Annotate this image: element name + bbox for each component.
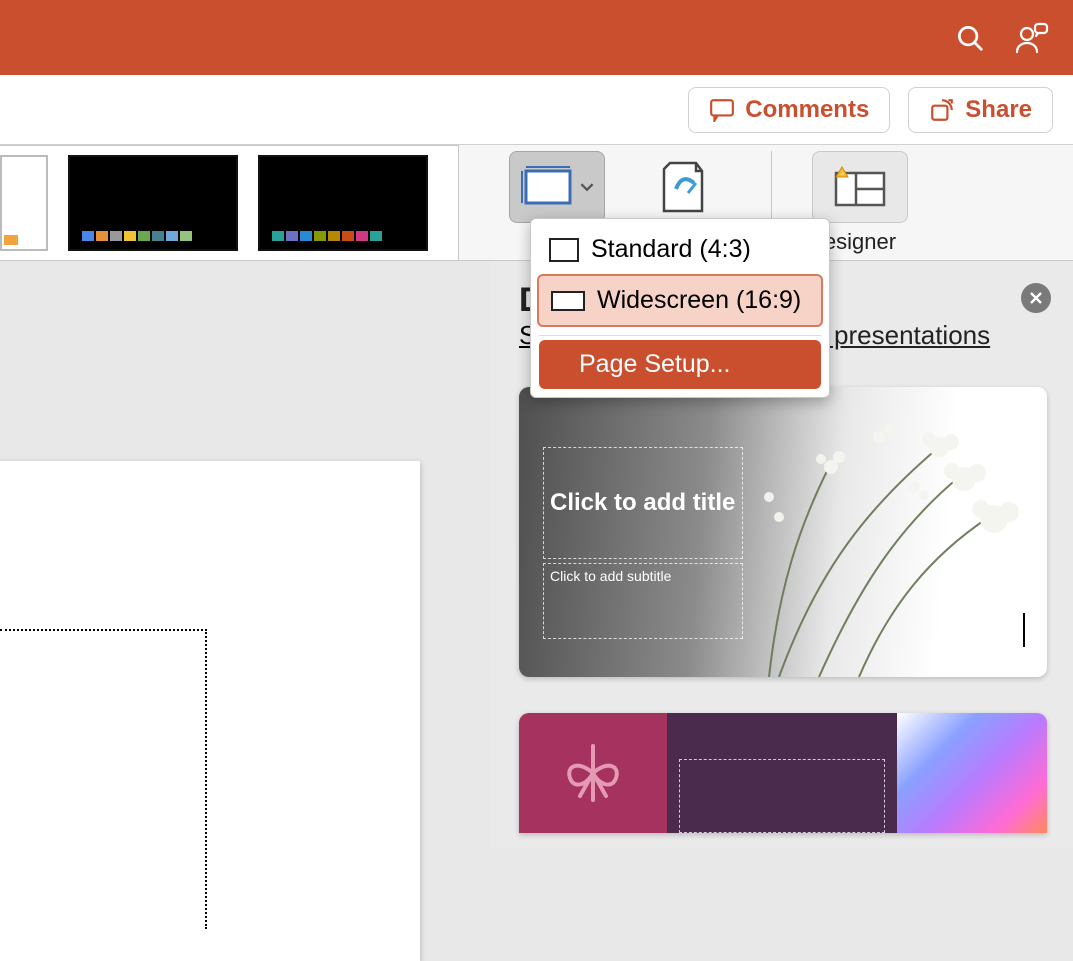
theme-thumb-3[interactable] [258, 155, 428, 251]
bow-icon [558, 738, 628, 808]
ribbon-right-bar: Comments Share [0, 75, 1073, 145]
text-caret [1023, 613, 1025, 647]
comment-icon [709, 98, 735, 122]
theme-gallery[interactable] [0, 145, 459, 261]
placeholder-outline [0, 629, 207, 929]
aspect-4-3-icon [549, 238, 579, 262]
page-setup-item[interactable]: Page Setup... [539, 340, 821, 389]
design-idea-2[interactable] [519, 713, 1047, 833]
chevron-down-icon [580, 180, 594, 194]
share-button[interactable]: Share [908, 87, 1053, 133]
widescreen-label: Widescreen (16:9) [597, 286, 801, 315]
design-idea-1[interactable]: Click to add title Click to add subtitle [519, 387, 1047, 677]
slide-size-widescreen[interactable]: Widescreen (16:9) [537, 274, 823, 327]
template-title-placeholder: Click to add title [543, 447, 743, 559]
comments-label: Comments [745, 96, 869, 124]
standard-label: Standard (4:3) [591, 235, 751, 264]
comments-button[interactable]: Comments [688, 87, 890, 133]
search-icon[interactable] [955, 23, 985, 53]
share-icon [929, 98, 955, 122]
slide-size-icon [520, 165, 576, 209]
template2-watercolor [897, 713, 1047, 833]
share-label: Share [965, 96, 1032, 124]
aspect-16-9-icon [551, 291, 585, 311]
slide-size-dropdown: Standard (4:3) Widescreen (16:9) Page Se… [530, 218, 830, 398]
designer-label: esigner [824, 229, 896, 255]
page-setup-label: Page Setup... [551, 350, 731, 379]
theme-thumb-2[interactable] [68, 155, 238, 251]
presence-icon[interactable] [1013, 22, 1049, 54]
dropdown-separator [539, 335, 821, 336]
designer-icon [832, 165, 888, 209]
template2-title-placeholder [679, 759, 885, 833]
format-background-icon [658, 159, 708, 215]
app-titlebar [0, 0, 1073, 75]
slide-size-tool[interactable] [509, 151, 605, 223]
close-icon [1029, 291, 1043, 305]
close-panel-button[interactable] [1021, 283, 1051, 313]
theme-thumb-1[interactable] [0, 155, 48, 251]
designer-link[interactable]: w presentations [808, 320, 990, 350]
template-subtitle-placeholder: Click to add subtitle [543, 563, 743, 639]
format-background-tool[interactable] [635, 151, 731, 223]
slide-size-standard[interactable]: Standard (4:3) [537, 225, 823, 274]
